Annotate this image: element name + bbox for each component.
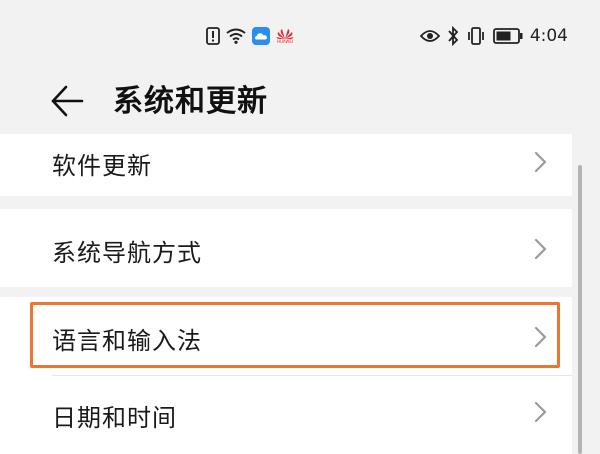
huawei-logo: HUAWEI xyxy=(276,28,294,44)
chevron-right-icon xyxy=(532,400,548,424)
wifi-icon xyxy=(226,28,246,44)
alert-icon xyxy=(206,27,220,45)
chevron-right-icon xyxy=(532,237,548,261)
settings-item-label: 软件更新 xyxy=(52,152,152,180)
status-bar-left: HUAWEI xyxy=(206,25,294,47)
settings-card-navigation: 系统导航方式 xyxy=(0,209,572,287)
vibrate-icon xyxy=(466,27,486,45)
huawei-logo-text: HUAWEI xyxy=(276,39,294,44)
page-title: 系统和更新 xyxy=(113,84,268,119)
settings-item-date-time[interactable]: 日期和时间 xyxy=(0,376,572,454)
status-bar: HUAWEI 4:04 xyxy=(0,0,600,72)
back-arrow-icon[interactable] xyxy=(50,84,84,118)
page-header: 系统和更新 xyxy=(0,72,600,134)
bluetooth-icon xyxy=(447,26,459,46)
settings-item-system-navigation[interactable]: 系统导航方式 xyxy=(0,209,572,287)
cloud-icon xyxy=(252,27,270,45)
settings-item-label: 日期和时间 xyxy=(52,404,177,432)
chevron-right-icon xyxy=(532,150,548,174)
battery-icon xyxy=(492,28,523,44)
status-bar-right: 4:04 xyxy=(419,24,568,48)
eye-comfort-icon xyxy=(419,29,440,43)
settings-item-label: 系统导航方式 xyxy=(52,239,202,267)
settings-card-software: 软件更新 xyxy=(0,134,572,196)
highlight-box xyxy=(30,302,560,368)
settings-item-software-update[interactable]: 软件更新 xyxy=(0,134,572,196)
scrollbar-thumb[interactable] xyxy=(578,165,582,454)
status-time: 4:04 xyxy=(529,26,568,46)
